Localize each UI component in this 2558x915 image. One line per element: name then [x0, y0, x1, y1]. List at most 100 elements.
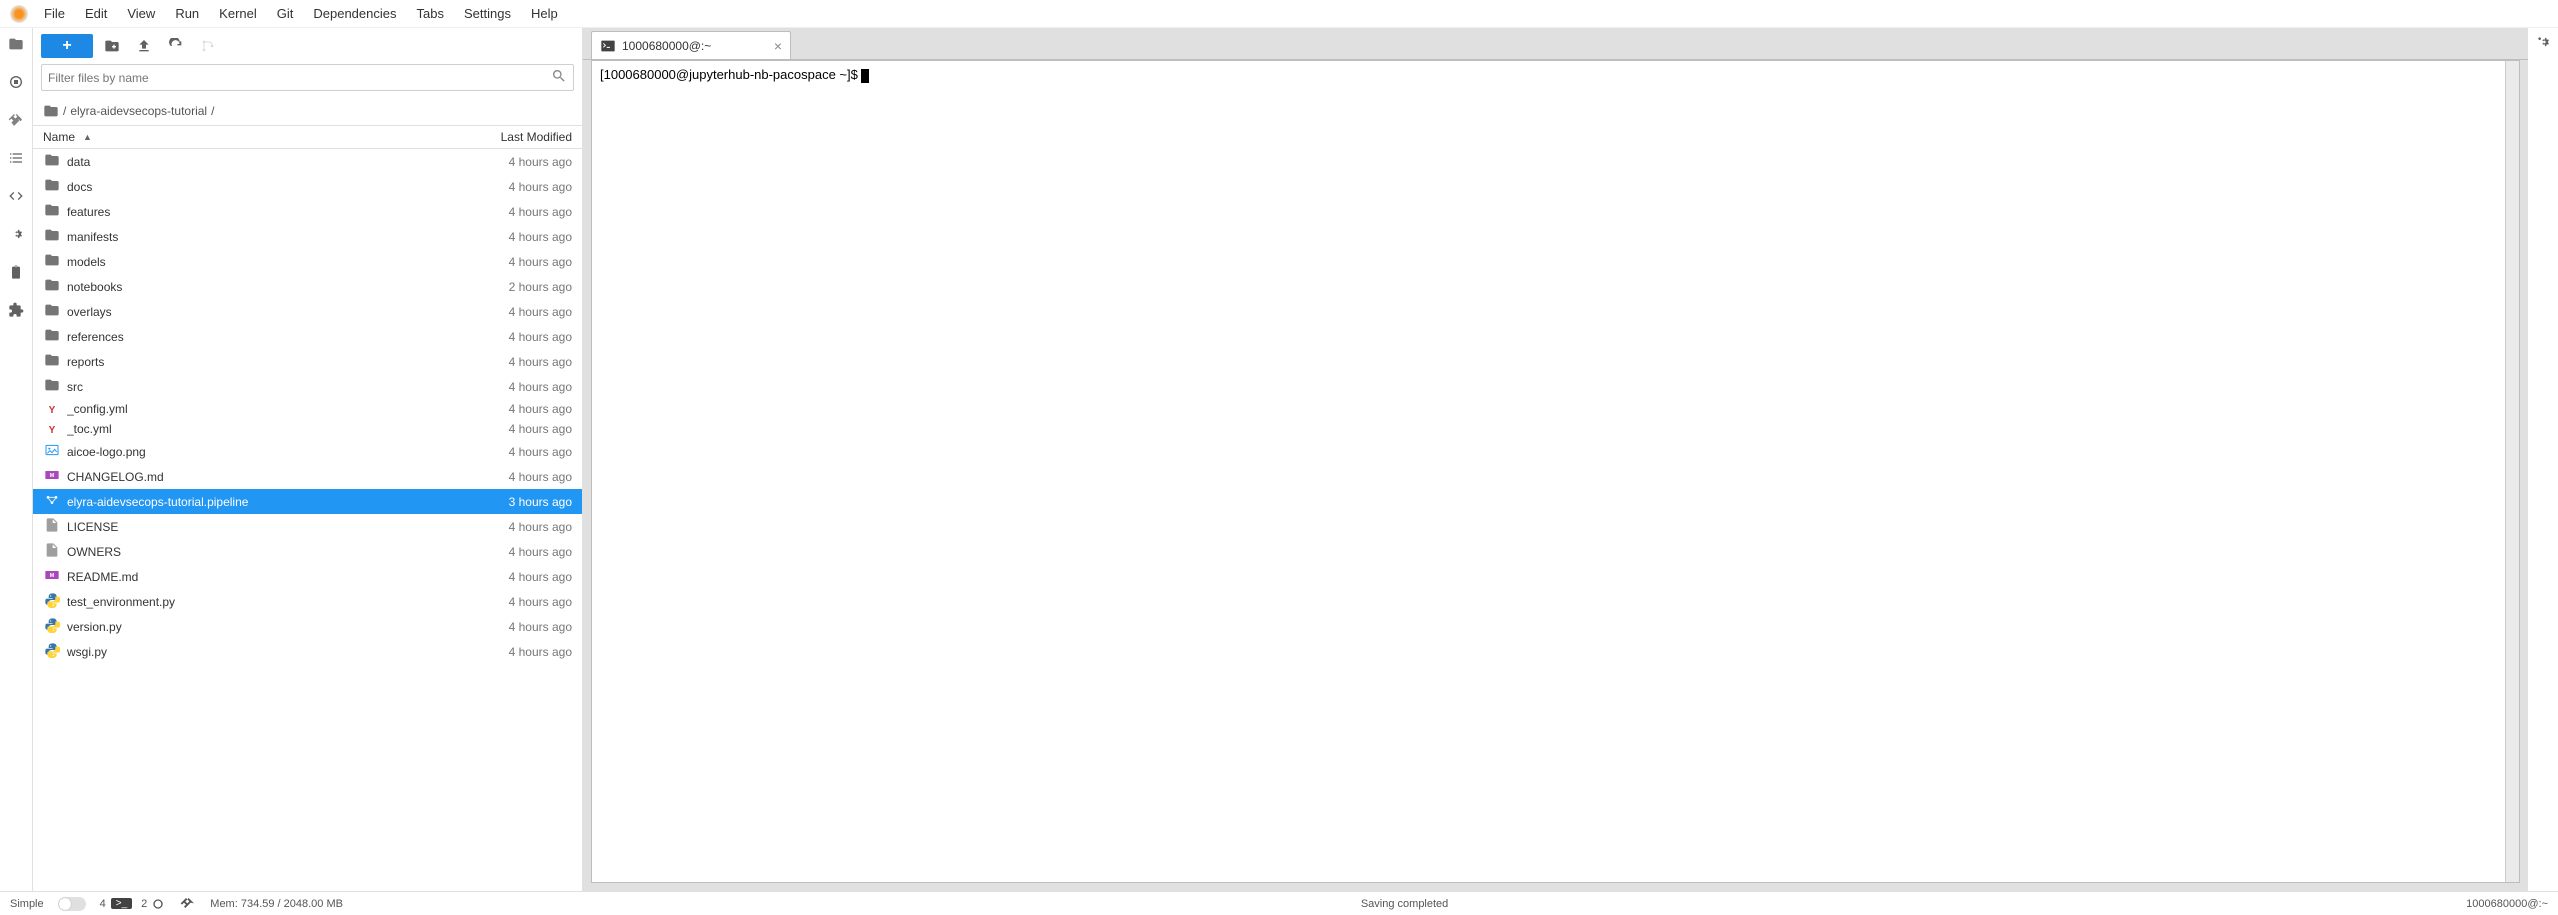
- filter-input[interactable]: [48, 71, 551, 85]
- git-pull-icon[interactable]: [195, 34, 221, 58]
- breadcrumb-root[interactable]: /: [63, 104, 66, 118]
- file-list-header: Name ▲ Last Modified: [33, 125, 582, 149]
- file-row[interactable]: reports4 hours ago: [33, 349, 582, 374]
- file-toolbar: +: [33, 28, 582, 64]
- file-row[interactable]: test_environment.py4 hours ago: [33, 589, 582, 614]
- file-row[interactable]: MREADME.md4 hours ago: [33, 564, 582, 589]
- upload-icon[interactable]: [131, 34, 157, 58]
- menu-bar: FileEditViewRunKernelGitDependenciesTabs…: [0, 0, 2558, 28]
- file-modified: 4 hours ago: [442, 595, 572, 609]
- file-row[interactable]: OWNERS4 hours ago: [33, 539, 582, 564]
- file-row[interactable]: Y _config.yml4 hours ago: [33, 399, 582, 419]
- file-row[interactable]: references4 hours ago: [33, 324, 582, 349]
- terminals-count: 4: [100, 898, 106, 910]
- file-modified: 4 hours ago: [442, 355, 572, 369]
- new-folder-icon[interactable]: [99, 34, 125, 58]
- column-modified[interactable]: Last Modified: [442, 130, 572, 144]
- git-status-icon[interactable]: [180, 896, 196, 912]
- file-modified: 4 hours ago: [442, 380, 572, 394]
- file-name: reports: [67, 355, 442, 369]
- column-name[interactable]: Name ▲: [43, 130, 442, 144]
- file-name: references: [67, 330, 442, 344]
- menu-tabs[interactable]: Tabs: [407, 2, 454, 25]
- yaml-icon: Y: [43, 402, 61, 416]
- file-modified: 4 hours ago: [442, 445, 572, 459]
- text-icon: [43, 517, 61, 536]
- menu-git[interactable]: Git: [267, 2, 304, 25]
- simple-toggle[interactable]: [58, 897, 86, 911]
- folder-icon: [43, 103, 59, 119]
- file-row[interactable]: docs4 hours ago: [33, 174, 582, 199]
- folder-icon[interactable]: [6, 34, 26, 54]
- refresh-icon[interactable]: [163, 34, 189, 58]
- file-row[interactable]: MCHANGELOG.md4 hours ago: [33, 464, 582, 489]
- running-icon[interactable]: [6, 72, 26, 92]
- terminal[interactable]: [1000680000@jupyterhub-nb-pacospace ~]$: [592, 61, 2505, 882]
- file-row[interactable]: aicoe-logo.png4 hours ago: [33, 439, 582, 464]
- file-row[interactable]: LICENSE4 hours ago: [33, 514, 582, 539]
- breadcrumb-folder[interactable]: elyra-aidevsecops-tutorial: [70, 104, 207, 118]
- menu-view[interactable]: View: [117, 2, 165, 25]
- file-modified: 4 hours ago: [442, 620, 572, 634]
- new-launcher-button[interactable]: +: [41, 34, 93, 58]
- folder-icon: [43, 277, 61, 296]
- file-name: _config.yml: [67, 402, 442, 416]
- cursor: [861, 69, 869, 83]
- clipboard-icon[interactable]: [6, 262, 26, 282]
- file-filter: [33, 64, 582, 97]
- file-row[interactable]: features4 hours ago: [33, 199, 582, 224]
- file-name: overlays: [67, 305, 442, 319]
- python-icon: [43, 592, 61, 611]
- close-icon[interactable]: ×: [774, 38, 782, 54]
- file-row[interactable]: wsgi.py4 hours ago: [33, 639, 582, 664]
- toc-icon[interactable]: [6, 148, 26, 168]
- menu-settings[interactable]: Settings: [454, 2, 521, 25]
- file-modified: 4 hours ago: [442, 180, 572, 194]
- file-modified: 4 hours ago: [442, 230, 572, 244]
- python-icon: [43, 642, 61, 661]
- folder-icon: [43, 302, 61, 321]
- file-name: README.md: [67, 570, 442, 584]
- file-modified: 3 hours ago: [442, 495, 572, 509]
- folder-icon: [43, 202, 61, 221]
- file-row[interactable]: Y_toc.yml4 hours ago: [33, 419, 582, 439]
- folder-icon: [43, 252, 61, 271]
- tab-terminal[interactable]: 1000680000@:~ ×: [591, 31, 791, 59]
- file-row[interactable]: data4 hours ago: [33, 149, 582, 174]
- file-list: data4 hours agodocs4 hours agofeatures4 …: [33, 149, 582, 891]
- file-row[interactable]: elyra-aidevsecops-tutorial.pipeline3 hou…: [33, 489, 582, 514]
- breadcrumb[interactable]: / elyra-aidevsecops-tutorial /: [33, 97, 582, 125]
- right-sidebar: [2528, 28, 2558, 891]
- menu-file[interactable]: File: [34, 2, 75, 25]
- property-inspector-icon[interactable]: [2535, 34, 2551, 53]
- file-modified: 4 hours ago: [442, 470, 572, 484]
- file-row[interactable]: version.py4 hours ago: [33, 614, 582, 639]
- file-modified: 4 hours ago: [442, 305, 572, 319]
- file-name: test_environment.py: [67, 595, 442, 609]
- settings-icon[interactable]: [6, 224, 26, 244]
- main-area: 1000680000@:~ × [1000680000@jupyterhub-n…: [583, 28, 2528, 891]
- pipeline-icon: [43, 492, 61, 511]
- terminal-scrollbar[interactable]: [2505, 61, 2519, 882]
- menu-edit[interactable]: Edit: [75, 2, 117, 25]
- file-modified: 4 hours ago: [442, 155, 572, 169]
- file-row[interactable]: src4 hours ago: [33, 374, 582, 399]
- file-row[interactable]: models4 hours ago: [33, 249, 582, 274]
- code-icon[interactable]: [6, 186, 26, 206]
- git-icon[interactable]: [6, 110, 26, 130]
- file-name: models: [67, 255, 442, 269]
- text-icon: [43, 542, 61, 561]
- md-icon: M: [43, 467, 61, 486]
- tab-title: 1000680000@:~: [622, 39, 711, 53]
- memory-status: Mem: 734.59 / 2048.00 MB: [210, 898, 343, 910]
- yaml-icon: Y: [43, 422, 61, 436]
- file-row[interactable]: overlays4 hours ago: [33, 299, 582, 324]
- menu-run[interactable]: Run: [165, 2, 209, 25]
- file-modified: 4 hours ago: [442, 402, 572, 416]
- extensions-icon[interactable]: [6, 300, 26, 320]
- file-row[interactable]: notebooks2 hours ago: [33, 274, 582, 299]
- menu-kernel[interactable]: Kernel: [209, 2, 267, 25]
- menu-dependencies[interactable]: Dependencies: [303, 2, 406, 25]
- file-row[interactable]: manifests4 hours ago: [33, 224, 582, 249]
- menu-help[interactable]: Help: [521, 2, 568, 25]
